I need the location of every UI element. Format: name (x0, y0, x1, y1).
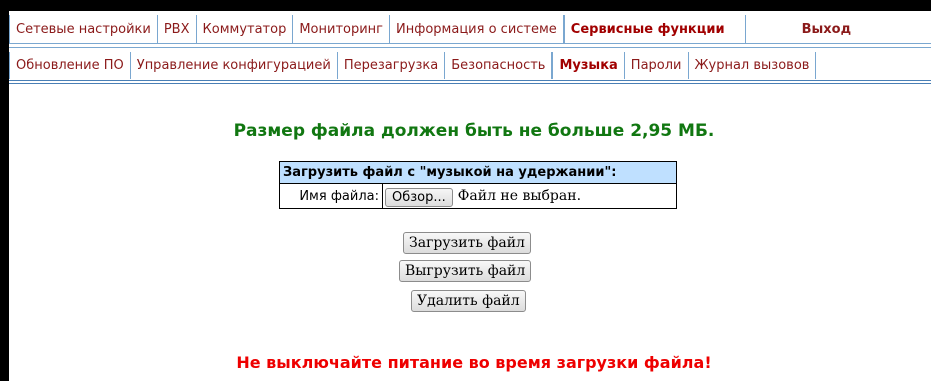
tab-reboot[interactable]: Перезагрузка (338, 52, 446, 79)
no-file-selected-text: Файл не выбран. (457, 188, 582, 204)
menu-item-service-functions[interactable]: Сервисные функции (563, 15, 746, 43)
tab-passwords[interactable]: Пароли (625, 52, 689, 79)
tab-music[interactable]: Музыка (552, 52, 625, 79)
tab-config-management[interactable]: Управление конфигурацией (131, 52, 338, 79)
content-frame: Сетевые настройки PBX Коммутатор Монитор… (7, 10, 931, 381)
browse-button[interactable]: Обзор... (385, 187, 453, 207)
tab-security[interactable]: Безопасность (445, 52, 553, 79)
menu-divider (9, 43, 931, 44)
menu-item-network-settings[interactable]: Сетевые настройки (9, 15, 158, 43)
menu-divider (9, 47, 931, 48)
power-off-warning: Не выключайте питание во время загрузки … (236, 353, 712, 372)
download-file-button[interactable]: Выгрузить файл (399, 260, 532, 282)
sub-menu: Обновление ПО Управление конфигурацией П… (9, 52, 817, 79)
content-divider (9, 83, 931, 84)
delete-file-button[interactable]: Удалить файл (411, 290, 526, 312)
menu-item-system-info[interactable]: Информация о системе (390, 15, 564, 43)
upload-form-title: Загрузить файл с "музыкой на удержании": (279, 161, 677, 184)
filename-label: Имя файла: (279, 183, 383, 209)
file-input[interactable]: Обзор... Файл не выбран. (382, 183, 677, 209)
menu-item-pbx[interactable]: PBX (158, 15, 197, 43)
tab-call-log[interactable]: Журнал вызовов (689, 52, 817, 79)
content-divider (9, 80, 931, 81)
top-menu: Сетевые настройки PBX Коммутатор Монитор… (9, 15, 857, 43)
upload-file-button[interactable]: Загрузить файл (403, 232, 531, 254)
upload-form: Загрузить файл с "музыкой на удержании":… (279, 161, 677, 209)
menu-item-exit[interactable]: Выход (746, 15, 857, 43)
file-size-warning: Размер файла должен быть не больше 2,95 … (233, 121, 715, 141)
menu-item-switch[interactable]: Коммутатор (197, 15, 294, 43)
menu-item-monitoring[interactable]: Мониторинг (293, 15, 391, 43)
tab-firmware-update[interactable]: Обновление ПО (9, 52, 131, 79)
